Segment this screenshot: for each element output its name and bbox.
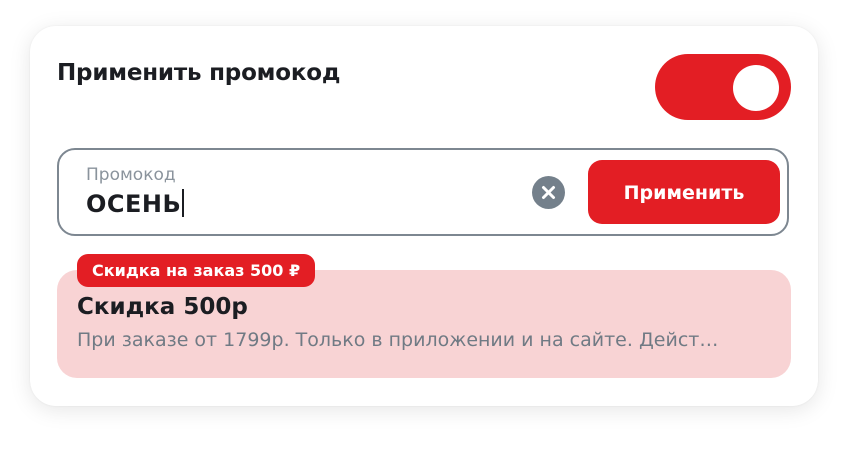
apply-button[interactable]: Применить xyxy=(588,160,780,224)
offer-description: При заказе от 1799р. Только в приложении… xyxy=(77,329,719,351)
toggle-knob xyxy=(733,65,779,111)
close-icon xyxy=(542,186,555,199)
promo-code-input[interactable]: ОСЕНЬ xyxy=(86,189,185,218)
offer-title: Скидка 500р xyxy=(77,294,248,320)
clear-input-button[interactable] xyxy=(532,176,565,209)
text-caret xyxy=(182,189,185,217)
promo-title: Применить промокод xyxy=(57,60,341,86)
promo-field-label: Промокод xyxy=(86,165,176,185)
promo-code-value: ОСЕНЬ xyxy=(86,190,182,218)
promo-code-field[interactable]: Промокод ОСЕНЬ Применить xyxy=(57,148,789,236)
promo-toggle[interactable] xyxy=(655,54,791,120)
offer-badge: Скидка на заказ 500 ₽ xyxy=(77,254,316,287)
promo-card: Применить промокод Промокод ОСЕНЬ Примен… xyxy=(30,26,818,406)
